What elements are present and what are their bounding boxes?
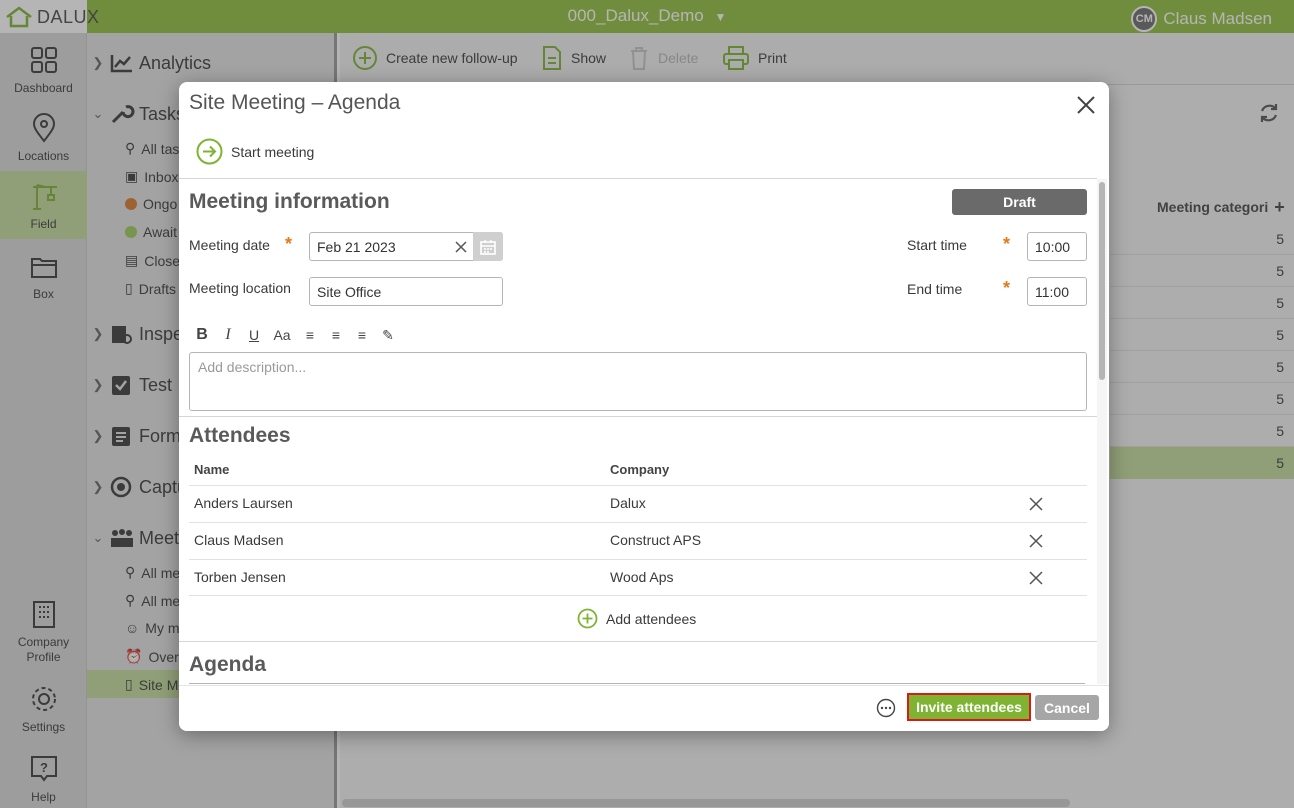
dialog-title: Site Meeting – Agenda [189,91,401,114]
description-textarea[interactable]: Add description... [189,352,1087,411]
meeting-location-value: Site Office [317,283,382,300]
invite-attendees-button[interactable]: Invite attendees [907,693,1031,721]
meeting-location-label: Meeting location [189,280,291,296]
start-meeting-button[interactable]: Start meeting [196,138,314,165]
align-center-icon[interactable]: ≡ [327,327,345,343]
bold-icon[interactable]: B [193,326,211,344]
cancel-button[interactable]: Cancel [1035,695,1099,720]
button-label: Start meeting [231,143,315,160]
table-row: Torben Jensen Wood Aps [189,559,1087,596]
button-label: Add attendees [606,610,697,627]
required-asterisk: * [1003,234,1011,254]
section-title-attendees: Attendees [189,424,291,447]
calendar-icon [480,239,496,255]
attendee-name: Claus Madsen [194,532,284,548]
arrow-right-circle-icon [196,138,223,165]
end-time-label: End time [907,281,963,297]
clear-format-icon[interactable]: ✎ [379,327,397,344]
divider [179,641,1097,642]
align-left-icon[interactable]: ≡ [301,327,319,343]
remove-attendee-icon[interactable] [1029,497,1043,511]
remove-attendee-icon[interactable] [1029,571,1043,585]
attendee-name: Anders Laursen [194,495,293,511]
column-header-company: Company [610,462,670,477]
divider [179,416,1097,417]
underline-icon[interactable]: U [245,327,263,343]
table-row: Claus Madsen Construct APS [189,522,1087,559]
agenda-box-top [189,683,1085,684]
attendee-company: Dalux [610,495,646,511]
section-title-meeting-information: Meeting information [189,190,390,213]
end-time-field[interactable]: 11:00 [1027,277,1087,306]
start-time-label: Start time [907,237,967,253]
table-row: Anders Laursen Dalux [189,485,1087,522]
start-time-field[interactable]: 10:00 [1027,232,1087,261]
rich-text-toolbar: B I U Aa ≡ ≡ ≡ ✎ [193,326,397,344]
remove-attendee-icon[interactable] [1029,534,1043,548]
attendee-name: Torben Jensen [194,569,286,585]
attendee-company: Wood Aps [610,569,674,585]
clear-icon[interactable] [455,241,467,253]
end-time-value: 11:00 [1035,283,1069,300]
date-picker-button[interactable] [473,232,503,261]
more-options-icon[interactable] [876,698,896,718]
add-attendees-button[interactable]: Add attendees [577,608,696,629]
start-time-value: 10:00 [1035,238,1071,255]
section-title-agenda: Agenda [189,653,267,676]
close-icon[interactable] [1075,94,1097,116]
attendee-company: Construct APS [610,532,702,548]
required-asterisk: * [285,234,293,254]
meeting-location-field[interactable]: Site Office [309,277,503,306]
site-meeting-dialog: Site Meeting – Agenda Start meeting Meet… [179,82,1109,731]
dialog-scrollbar-thumb[interactable] [1099,182,1105,380]
meeting-date-label: Meeting date [189,237,270,253]
align-right-icon[interactable]: ≡ [353,327,371,343]
status-badge: Draft [952,189,1087,215]
add-circle-icon [577,608,598,629]
required-asterisk: * [1003,278,1011,298]
font-size-icon[interactable]: Aa [271,327,293,343]
meeting-date-value: Feb 21 2023 [317,238,396,255]
column-header-name: Name [194,462,230,477]
divider [179,178,1097,179]
italic-icon[interactable]: I [219,326,237,344]
